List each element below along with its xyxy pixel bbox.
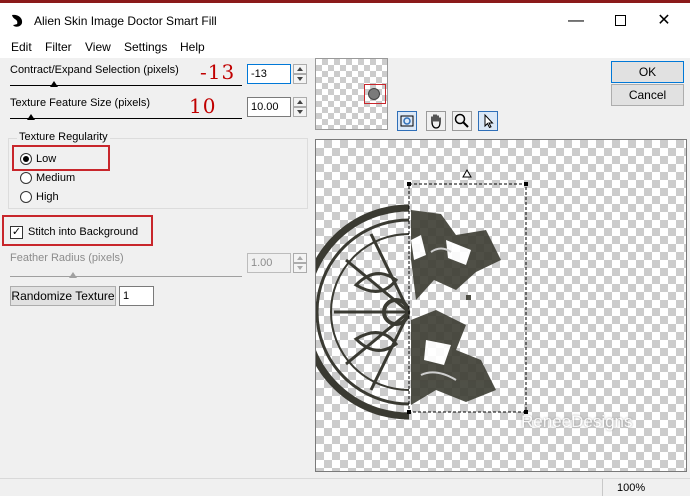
radio-medium[interactable]: [20, 172, 32, 184]
magnifier-tool[interactable]: [452, 111, 472, 131]
preview-image-mark: [368, 88, 380, 100]
randomize-seed-input[interactable]: 1: [119, 286, 154, 306]
watermark-text: ReneeDesigns: [521, 412, 633, 431]
preview-thumbnail[interactable]: [315, 58, 388, 130]
radio-high[interactable]: [20, 191, 32, 203]
menu-settings[interactable]: Settings: [124, 40, 167, 54]
preview-canvas[interactable]: ReneeDesigns: [315, 139, 687, 472]
hand-icon: [431, 114, 441, 129]
stitch-checkbox[interactable]: ✓: [10, 226, 23, 239]
radio-high-label[interactable]: High: [36, 191, 59, 203]
smart-fill-texture: [411, 210, 501, 405]
spin-up-icon[interactable]: [293, 64, 307, 74]
menu-help[interactable]: Help: [180, 40, 205, 54]
gothic-window-art: [316, 204, 411, 420]
magnifier-icon: [454, 113, 469, 128]
spin-down-icon[interactable]: [293, 74, 307, 84]
radio-low-label[interactable]: Low: [36, 153, 56, 165]
spin-down-icon[interactable]: [293, 107, 307, 117]
hand-tool[interactable]: [426, 111, 446, 131]
contract-expand-input[interactable]: -13: [247, 64, 291, 84]
maximize-icon: [614, 15, 626, 27]
feather-radius-label: Feather Radius (pixels): [10, 252, 124, 264]
radio-medium-label[interactable]: Medium: [36, 172, 75, 184]
contract-spinner[interactable]: [293, 64, 307, 84]
contract-slider-thumb[interactable]: [50, 81, 59, 87]
texture-size-slider-thumb[interactable]: [26, 114, 35, 120]
zoom-level: 100%: [617, 482, 646, 494]
menu-filter[interactable]: Filter: [45, 40, 72, 54]
spin-up-icon[interactable]: [293, 97, 307, 107]
contract-annotation: -13: [200, 60, 236, 84]
texture-size-annotation: 10: [189, 94, 217, 118]
contract-expand-label: Contract/Expand Selection (pixels): [10, 64, 179, 76]
feather-spinner: [293, 253, 307, 273]
zoom-fit-tool[interactable]: [397, 111, 417, 131]
radio-low[interactable]: [20, 153, 32, 165]
cancel-button[interactable]: Cancel: [611, 84, 684, 106]
texture-size-spinner[interactable]: [293, 97, 307, 117]
close-button[interactable]: ✕: [644, 8, 684, 34]
minimize-button[interactable]: —: [556, 8, 596, 34]
texture-size-label: Texture Feature Size (pixels): [10, 97, 150, 109]
spin-down-icon: [293, 263, 307, 273]
alien-skin-app-icon: [12, 14, 23, 27]
title-bar: Alien Skin Image Doctor Smart Fill — ✕: [0, 0, 690, 38]
arrow-cursor-icon: [484, 113, 494, 129]
feather-slider-track: [10, 276, 242, 277]
menu-edit[interactable]: Edit: [11, 40, 32, 54]
feather-slider-thumb: [68, 272, 77, 278]
stitch-label[interactable]: Stitch into Background: [28, 226, 138, 238]
texture-size-slider-track[interactable]: [10, 118, 242, 119]
window-title: Alien Skin Image Doctor Smart Fill: [34, 14, 217, 28]
zoom-fit-icon: [400, 115, 414, 127]
contract-slider-track[interactable]: [10, 85, 242, 86]
ok-button[interactable]: OK: [611, 61, 684, 83]
texture-regularity-title: Texture Regularity: [17, 131, 110, 143]
status-bar: 100%: [0, 478, 690, 496]
randomize-texture-button[interactable]: Randomize Texture: [10, 286, 116, 306]
maximize-button[interactable]: [600, 8, 640, 34]
menu-view[interactable]: View: [85, 40, 111, 54]
menu-bar: Edit Filter View Settings Help: [0, 38, 690, 58]
spin-up-icon: [293, 253, 307, 263]
texture-size-input[interactable]: 10.00: [247, 97, 291, 117]
feather-radius-input: 1.00: [247, 253, 291, 273]
arrow-tool[interactable]: [478, 111, 498, 131]
